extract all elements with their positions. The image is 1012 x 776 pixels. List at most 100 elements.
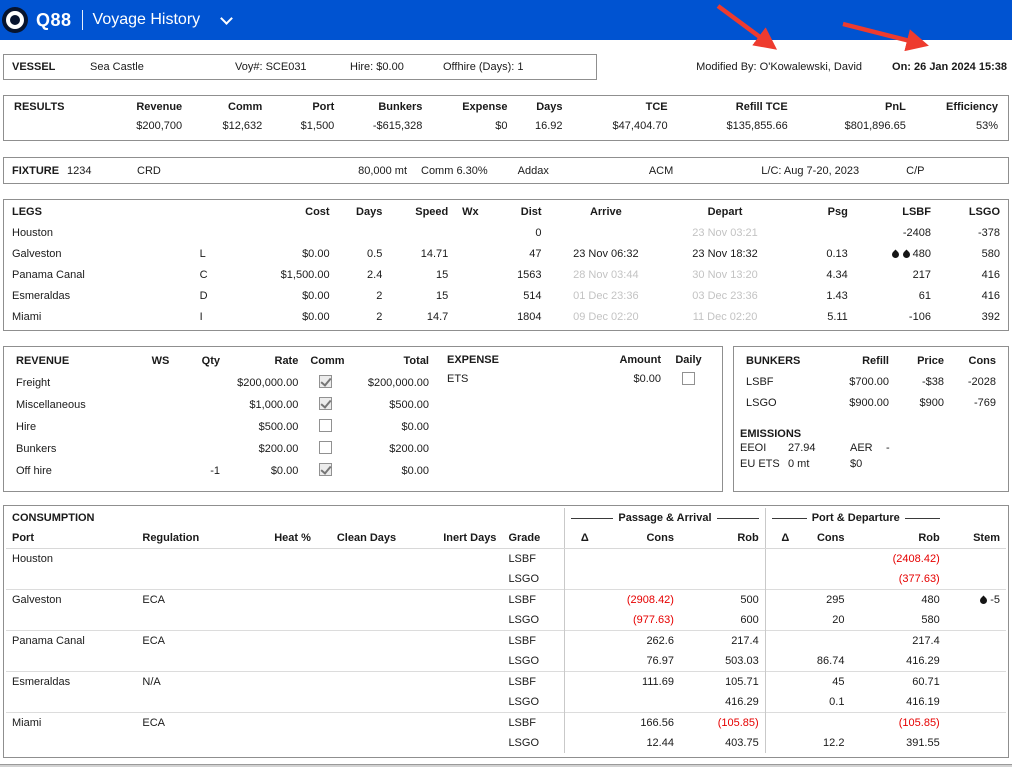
cons-col-port-delta: Δ [765,528,795,549]
fixture-number: 1234 [67,165,137,177]
cons-stem [946,672,1006,693]
horizontal-scrollbar[interactable] [0,764,1012,767]
cons-clean-days [317,713,402,754]
cons-inert-days [402,549,502,590]
cons-regulation: N/A [136,672,254,713]
cons-passage-cons: (977.63) [595,610,680,631]
revenue-ws [146,416,174,438]
cons-grade: LSGO [502,651,564,672]
revenue-row[interactable]: Hire$500.00$0.00 [10,416,435,438]
cons-port-cons: 45 [795,672,850,693]
cons-port-rob: 217.4 [850,631,945,652]
results-col-label: Refill TCE [674,98,794,117]
leg-lsbf: -106 [854,307,937,328]
consumption-row[interactable]: Panama CanalECALSBF262.6217.4217.4 [6,631,1006,652]
cons-clean-days [317,590,402,631]
comm-checkbox[interactable] [319,375,332,388]
consumption-row[interactable]: HoustonLSBF(2408.42) [6,549,1006,570]
cons-grade: LSBF [502,590,564,611]
voyage-number: Voy#: SCE031 [235,61,350,73]
revenue-row[interactable]: Off hire-1$0.00$0.00 [10,460,435,482]
bunkers-header-row: BUNKERS Refill Price Cons [740,351,1002,372]
eeoi-row: EEOI 27.94 AER - [740,440,1002,456]
leg-cost [219,223,336,244]
cons-col-port: Port [6,528,136,549]
cons-port-cons: 295 [795,590,850,611]
revenue-col-comm: Comm [304,351,346,372]
leg-arrive: 09 Dec 02:20 [548,307,665,328]
cons-passage-delta [565,692,595,713]
results-section-label: RESULTS [8,98,78,117]
leg-psg [786,223,854,244]
cons-passage-delta [565,590,595,611]
revenue-row[interactable]: Miscellaneous$1,000.00$500.00 [10,394,435,416]
cons-passage-cons [595,569,680,590]
cons-passage-cons: 76.97 [595,651,680,672]
leg-row[interactable]: Houston023 Nov 03:21-2408-378 [6,223,1006,244]
cons-stem [946,549,1006,570]
revenue-qty: -1 [174,460,226,482]
port-departure-group-label: Port & Departure [812,510,900,526]
cons-col-heat: Heat % [255,528,317,549]
revenue-comm [304,460,346,482]
leg-row[interactable]: EsmeraldasD$0.0021551401 Dec 23:3603 Dec… [6,286,1006,307]
revenue-row[interactable]: Bunkers$200.00$200.00 [10,438,435,460]
cons-port: Galveston [6,590,136,631]
cons-passage-delta [565,672,595,693]
cons-passage-delta [565,733,595,753]
expense-row[interactable]: ETS$0.00 [447,369,716,389]
cons-passage-rob [680,549,765,570]
legs-section-label: LEGS [6,202,219,223]
comm-checkbox[interactable] [319,397,332,410]
leg-row[interactable]: Panama CanalC$1,500.002.415156328 Nov 03… [6,265,1006,286]
voyage-history-dropdown[interactable]: Voyage History [93,11,232,29]
cons-col-stem: Stem [946,528,1006,549]
cons-passage-delta [565,569,595,590]
daily-checkbox[interactable] [682,372,695,385]
cons-col-passage-cons: Cons [595,528,680,549]
results-col-label: Efficiency [912,98,1004,117]
leg-lsgo: 416 [937,286,1006,307]
passage-arrival-group-label: Passage & Arrival [618,510,711,526]
q88-logo-icon[interactable] [2,7,28,33]
consumption-row[interactable]: MiamiECALSBF166.56(105.85)(105.85) [6,713,1006,734]
fixture-cargo: CRD [137,165,307,177]
legs-col-psg: Psg [786,202,854,223]
cons-port-cons: 0.1 [795,692,850,713]
leg-depart: 03 Dec 23:36 [664,286,786,307]
cons-port-delta [765,610,795,631]
cons-heat [255,631,317,672]
revenue-table: REVENUE WS Qty Rate Comm Total Freight$2… [10,351,435,482]
comm-checkbox[interactable] [319,441,332,454]
bunker-row[interactable]: LSGO$900.00$900-769 [740,393,1002,414]
cons-passage-rob: (105.85) [680,713,765,734]
leg-arrive [548,223,665,244]
consumption-row[interactable]: GalvestonECALSBF(2908.42)500295480-5 [6,590,1006,611]
comm-checkbox[interactable] [319,463,332,476]
fixture-cp-link[interactable]: C/P [906,165,924,177]
bunker-refill: $700.00 [810,372,895,393]
cons-stem [946,713,1006,734]
leg-lsbf: -2408 [854,223,937,244]
revenue-qty [174,416,226,438]
leg-speed: 14.71 [388,244,454,265]
vessel-name: Sea Castle [90,61,235,73]
consumption-group-header-row: CONSUMPTION Passage & Arrival Port & Dep… [6,508,1006,528]
cons-grade: LSGO [502,610,564,631]
leg-row[interactable]: GalvestonL$0.000.514.714723 Nov 06:3223 … [6,244,1006,265]
consumption-row[interactable]: EsmeraldasN/ALSBF111.69105.714560.71 [6,672,1006,693]
eeoi-value: 27.94 [788,442,850,454]
cons-heat [255,549,317,590]
leg-row[interactable]: MiamiI$0.00214.7180409 Dec 02:2011 Dec 0… [6,307,1006,328]
revenue-rate: $1,000.00 [226,394,304,416]
cons-port-delta [765,672,795,693]
consumption-table: CONSUMPTION Passage & Arrival Port & Dep… [6,508,1006,753]
cons-passage-rob: 217.4 [680,631,765,652]
revenue-row[interactable]: Freight$200,000.00$200,000.00 [10,372,435,394]
bunker-row[interactable]: LSBF$700.00-$38-2028 [740,372,1002,393]
comm-checkbox[interactable] [319,419,332,432]
legs-col-speed: Speed [388,202,454,223]
revenue-expense-section: REVENUE WS Qty Rate Comm Total Freight$2… [3,346,723,492]
cons-passage-delta [565,651,595,672]
cons-port: Miami [6,713,136,754]
